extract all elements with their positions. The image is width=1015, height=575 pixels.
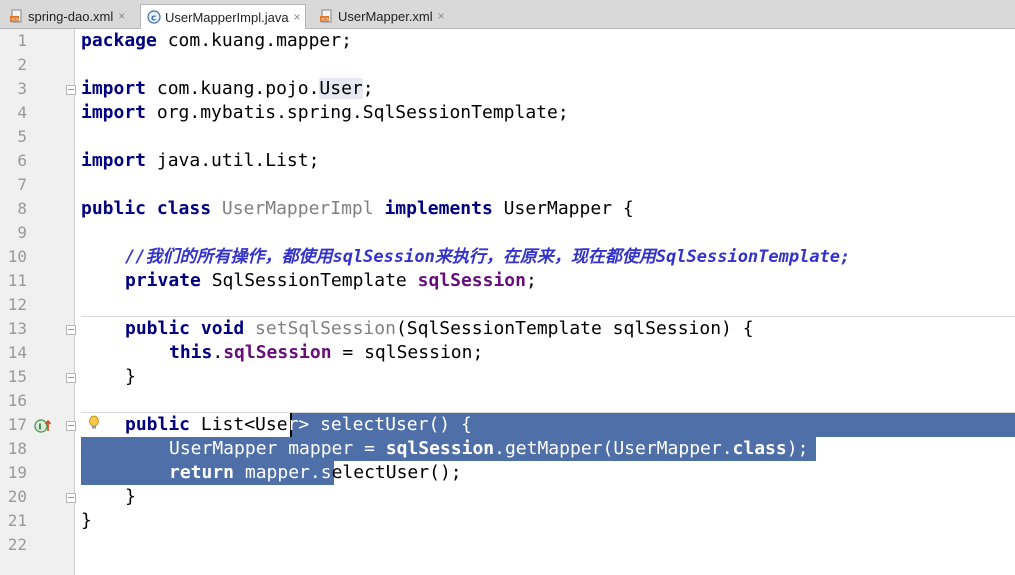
code-text: (SqlSessionTemplate sqlSession) { xyxy=(395,318,754,339)
comment: //我们的所有操作，都使用sqlSession来执行，在原来，现在都使用SqlS… xyxy=(125,247,851,267)
code-text: java.util.List; xyxy=(146,150,320,171)
keyword: class xyxy=(732,438,787,459)
svg-text:<>: <> xyxy=(321,17,329,23)
code-line-8[interactable]: public class UserMapperImpl implements U… xyxy=(81,197,634,221)
code-editor[interactable]: package com.kuang.mapper; import com.kua… xyxy=(75,29,1015,575)
intention-bulb-icon[interactable] xyxy=(87,415,101,435)
line-number: 8 xyxy=(17,199,27,218)
line-number: 11 xyxy=(7,271,27,290)
line-number: 22 xyxy=(7,535,27,554)
line-number: 13 xyxy=(7,319,27,338)
selected-text: UserMapper mapper = xyxy=(169,438,386,459)
line-number: 14 xyxy=(7,343,27,362)
field-name: sqlSession xyxy=(385,438,495,459)
keyword: public xyxy=(125,414,191,435)
svg-text:c: c xyxy=(151,14,156,24)
code-text: . xyxy=(212,342,224,363)
code-text: electUser(); xyxy=(331,462,462,483)
code-line-10[interactable]: //我们的所有操作，都使用sqlSession来执行，在原来，现在都使用SqlS… xyxy=(125,245,850,269)
code-line-18[interactable]: UserMapper mapper = sqlSession.getMapper… xyxy=(169,437,808,461)
keyword: import xyxy=(81,102,147,123)
close-icon[interactable]: × xyxy=(118,9,125,23)
line-number: 16 xyxy=(7,391,27,410)
svg-text:I: I xyxy=(39,423,42,432)
keyword: package xyxy=(81,30,157,51)
tab-spring-dao-xml[interactable]: <> spring-dao.xml × xyxy=(4,4,129,28)
implements-method-icon[interactable]: I xyxy=(34,418,52,438)
tab-label: UserMapper.xml xyxy=(338,8,433,24)
line-number: 19 xyxy=(7,463,27,482)
tab-label: spring-dao.xml xyxy=(28,8,114,24)
selected-text: .getMapper(UserMapper. xyxy=(494,438,733,459)
keyword: return xyxy=(169,462,235,483)
keyword: private xyxy=(125,270,201,291)
code-line-14[interactable]: this.sqlSession = sqlSession; xyxy=(169,341,483,365)
line-number: 6 xyxy=(17,151,27,170)
line-number: 20 xyxy=(7,487,27,506)
method-name: setSqlSession xyxy=(244,318,396,339)
selected-text: r> selectUser() { xyxy=(287,414,472,435)
line-number: 1 xyxy=(17,31,27,50)
code-text: com.kuang.pojo. xyxy=(146,78,320,99)
keyword: public void xyxy=(125,318,245,339)
keyword: import xyxy=(81,78,147,99)
xml-file-icon: <> xyxy=(10,9,24,23)
code-text: UserMapper { xyxy=(492,198,634,219)
code-text: ; xyxy=(525,270,537,291)
keyword: implements xyxy=(373,198,493,219)
code-line-21[interactable]: } xyxy=(81,509,92,533)
line-number: 17 xyxy=(7,415,27,434)
selected-text: ); xyxy=(786,438,809,459)
code-line-19[interactable]: return mapper.selectUser(); xyxy=(169,461,462,485)
close-icon[interactable]: × xyxy=(438,9,445,23)
java-class-icon: c xyxy=(147,10,161,24)
line-number: 9 xyxy=(17,223,27,242)
keyword: import xyxy=(81,150,147,171)
code-text: ; xyxy=(362,78,374,99)
keyword: public class xyxy=(81,198,212,219)
code-line-15[interactable]: } xyxy=(125,365,136,389)
code-text: } xyxy=(81,510,92,531)
code-line-1[interactable]: package com.kuang.mapper; xyxy=(81,29,352,53)
tab-label: UserMapperImpl.java xyxy=(165,9,289,25)
line-number: 21 xyxy=(7,511,27,530)
line-number: 5 xyxy=(17,127,27,146)
tab-usermapper-xml[interactable]: <> UserMapper.xml × xyxy=(314,4,449,28)
line-number: 2 xyxy=(17,55,27,74)
highlighted-reference: User xyxy=(319,78,363,99)
xml-file-icon: <> xyxy=(320,9,334,23)
line-number: 4 xyxy=(17,103,27,122)
line-number: 7 xyxy=(17,175,27,194)
line-number: 12 xyxy=(7,295,27,314)
code-text: com.kuang.mapper; xyxy=(156,30,352,51)
line-number-gutter[interactable]: 1 2 3 4 5 6 7 8 9 10 11 12 13 14 15 16 17 18 19 20 21 22 I xyxy=(0,29,76,575)
code-line-20[interactable]: } xyxy=(125,485,136,509)
code-line-6[interactable]: import java.util.List; xyxy=(81,149,319,173)
editor-tab-bar: <> spring-dao.xml × c UserMapperImpl.jav… xyxy=(0,0,1015,29)
selected-text: mapper.s xyxy=(234,462,332,483)
line-number: 10 xyxy=(7,247,27,266)
code-text: } xyxy=(125,366,136,387)
line-number: 18 xyxy=(7,439,27,458)
code-line-11[interactable]: private SqlSessionTemplate sqlSession; xyxy=(125,269,537,293)
code-line-3[interactable]: import com.kuang.pojo.User; xyxy=(81,77,374,101)
class-name: UserMapperImpl xyxy=(211,198,374,219)
line-number: 15 xyxy=(7,367,27,386)
code-line-17[interactable]: public List<User> selectUser() { xyxy=(125,413,472,437)
code-text: List<Use xyxy=(190,414,288,435)
svg-text:<>: <> xyxy=(11,17,19,23)
code-text: SqlSessionTemplate xyxy=(200,270,418,291)
code-line-13[interactable]: public void setSqlSession(SqlSessionTemp… xyxy=(125,317,754,341)
field-name: sqlSession xyxy=(223,342,332,363)
tab-usermapperimpl-java[interactable]: c UserMapperImpl.java × xyxy=(140,4,306,29)
field-name: sqlSession xyxy=(417,270,526,291)
code-text: } xyxy=(125,486,136,507)
close-icon[interactable]: × xyxy=(294,10,301,24)
code-text: org.mybatis.spring.SqlSessionTemplate; xyxy=(146,102,569,123)
code-line-4[interactable]: import org.mybatis.spring.SqlSessionTemp… xyxy=(81,101,569,125)
keyword: this xyxy=(169,342,213,363)
line-number: 3 xyxy=(17,79,27,98)
code-text: = sqlSession; xyxy=(331,342,484,363)
